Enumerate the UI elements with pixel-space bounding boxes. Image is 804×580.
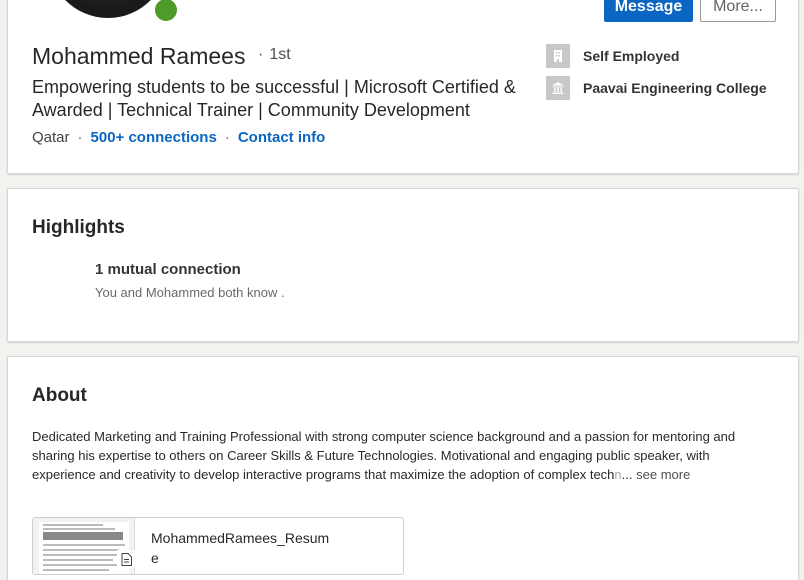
experience-label: Self Employed xyxy=(583,48,680,64)
see-more-link[interactable]: see more xyxy=(636,467,690,482)
experience-item-self-employed[interactable]: Self Employed xyxy=(546,44,679,68)
profile-meta: Qatar · 500+ connections · Contact info xyxy=(32,129,325,146)
about-ellipsis: ... xyxy=(621,467,633,482)
degree-separator: · xyxy=(258,46,264,63)
about-card: About Dedicated Marketing and Training P… xyxy=(7,356,799,580)
about-text: Dedicated Marketing and Training Profess… xyxy=(32,427,772,484)
building-icon xyxy=(546,44,570,68)
more-button[interactable]: More... xyxy=(700,0,776,22)
highlights-card: Highlights 1 mutual connection You and M… xyxy=(7,188,799,342)
connection-degree: · 1st xyxy=(258,46,291,64)
about-title: About xyxy=(32,385,87,406)
attachment-file-name: MohammedRamees_Resume xyxy=(151,530,330,566)
profile-headline: Empowering students to be successful | M… xyxy=(32,77,516,120)
resume-attachment[interactable]: MohammedRamees_Resume xyxy=(32,517,404,575)
degree-label: 1st xyxy=(269,46,291,63)
location: Qatar xyxy=(32,129,70,146)
document-icon xyxy=(117,550,135,568)
highlights-title: Highlights xyxy=(32,217,125,238)
meta-separator: · xyxy=(224,129,230,146)
mutual-connection-subtitle: You and Mohammed both know . xyxy=(95,285,285,300)
profile-name: Mohammed Ramees xyxy=(32,43,246,69)
about-text-fade: n xyxy=(614,467,622,482)
profile-card: Message More... Mohammed Ramees · 1st Emp… xyxy=(7,0,799,174)
contact-info-link[interactable]: Contact info xyxy=(238,129,326,146)
school-icon xyxy=(546,76,570,100)
experience-item-paavai-engineering-college[interactable]: Paavai Engineering College xyxy=(546,76,767,100)
mutual-connection-link[interactable]: 1 mutual connection xyxy=(95,261,241,278)
connections-link[interactable]: 500+ connections xyxy=(91,129,217,146)
experience-label: Paavai Engineering College xyxy=(583,80,767,96)
message-button[interactable]: Message xyxy=(604,0,693,22)
meta-separator: · xyxy=(77,129,83,146)
